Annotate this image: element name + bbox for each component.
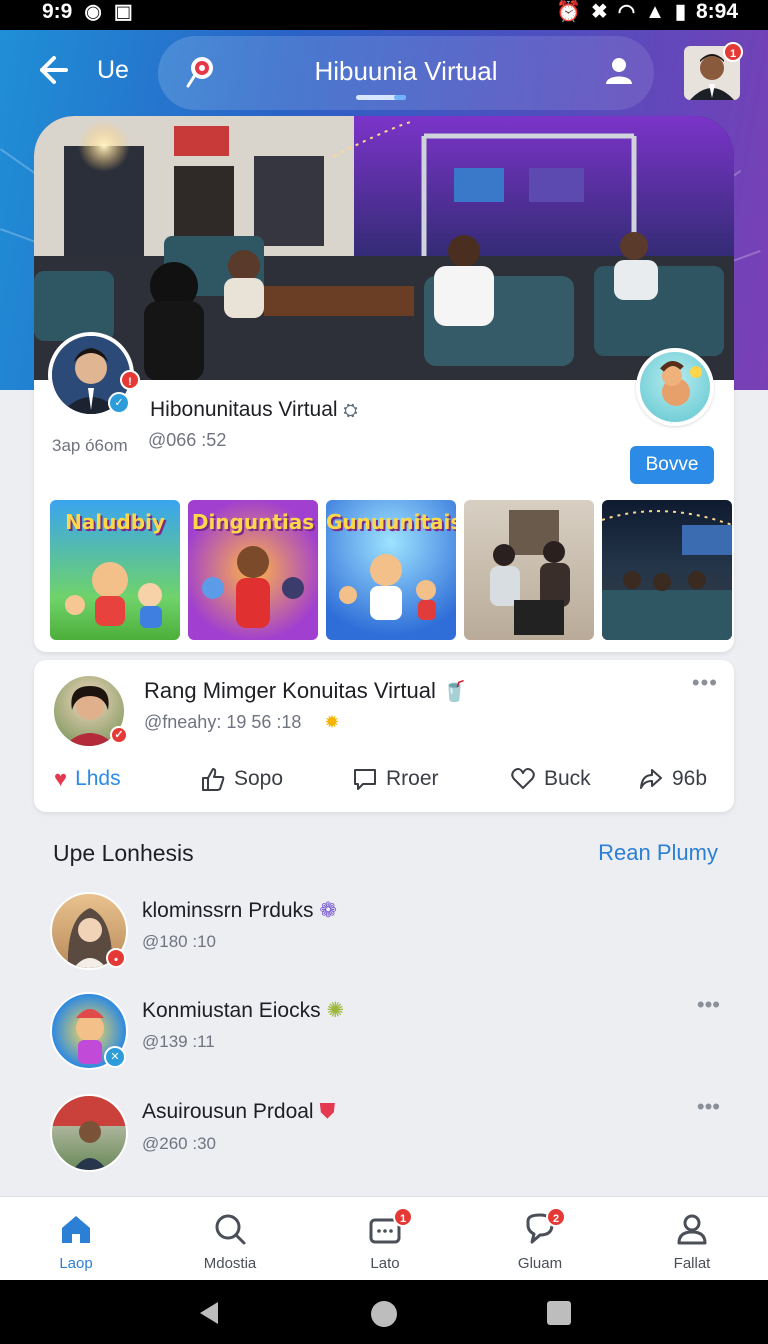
drink-icon: 🥤 (441, 681, 467, 703)
media-thumbnails: Naludbiy Dinguntias Gunuunitais (50, 500, 734, 640)
nav-search[interactable]: Mdostia (170, 1211, 290, 1272)
nav-search-label: Mdostia (203, 1255, 257, 1272)
system-navigation-bar (0, 1280, 768, 1344)
thumbnail-game-3[interactable]: Gunuunitais (326, 500, 456, 640)
heart-outline-icon (511, 768, 535, 789)
sun-icon: ✹ (324, 712, 340, 732)
list-item-title: klominssrn Prduks ❁ (142, 899, 338, 922)
list-item[interactable]: • klominssrn Prduks ❁ @180 :10 (50, 892, 730, 976)
post-actions: ♥ Lhds Sopo Rroer Buck 96b (54, 766, 724, 800)
profile-card: ! ✓ Hibonunitaus Virtual ⛭ 3ap ó6om @066… (34, 332, 734, 652)
nav-messages-badge: 1 (393, 1207, 413, 1227)
save-button[interactable]: Buck (510, 766, 591, 792)
nav-chat-label: Gluam (517, 1255, 563, 1272)
share-label: Sopo (234, 767, 284, 790)
section-title: Upe Lonhesis (53, 840, 194, 866)
mute-icon: ✖ (590, 1, 608, 23)
cover-photo (34, 116, 734, 392)
forward-button[interactable]: 96b (638, 766, 707, 792)
alarm-icon: ⏰ (556, 1, 581, 23)
like-label: Lhds (75, 767, 121, 790)
balloons-icon: ❁ (319, 899, 338, 922)
status-time-left: 9:9 (42, 0, 73, 23)
nav-home-label: Laop (59, 1255, 93, 1272)
home-icon (62, 1216, 90, 1243)
list-item-title: Konmiustan Eiocks ✺ (142, 999, 345, 1022)
share-arrow-icon (640, 769, 662, 789)
user-icon[interactable] (602, 54, 636, 88)
nav-home[interactable]: Laop (16, 1211, 136, 1272)
shield-icon: ⛊ (319, 1100, 336, 1123)
post-author-badge: ✓ (110, 726, 128, 744)
verified-icon: ✓ (108, 392, 130, 414)
group-icon: ⛭ (343, 400, 358, 420)
list-item-time: @180 :10 (142, 932, 216, 951)
post-card: ✓ Rang Mimger Konuitas Virtual 🥤 @fneahy… (34, 660, 734, 812)
more-options-icon[interactable]: ••• (697, 992, 720, 1018)
status-bar: 9:9 ◉ ▣ ⏰ ✖ ◠ ▲ ▮ 8:94 (0, 0, 768, 30)
like-button[interactable]: ♥ Lhds (54, 766, 121, 792)
section-link[interactable]: Rean Plumy (598, 840, 718, 866)
notification-icon: ◉ (84, 1, 102, 23)
system-recents-icon[interactable] (546, 1300, 572, 1326)
gear-icon: ✺ (326, 999, 345, 1022)
list-item-time: @139 :11 (142, 1032, 215, 1051)
profile-name: Hibonunitaus Virtual ⛭ (150, 398, 358, 421)
thumbnail-game-1[interactable]: Naludbiy (50, 500, 180, 640)
search-icon (215, 1214, 246, 1245)
thumbnail-game-2[interactable]: Dinguntias (188, 500, 318, 640)
follow-button[interactable]: Bovve (630, 446, 714, 484)
mascot-avatar[interactable] (636, 348, 714, 426)
thumbnail-photo-meeting[interactable] (464, 500, 594, 640)
profile-avatar-badge: ! (120, 370, 140, 390)
page-indicator (356, 95, 406, 100)
more-options-icon[interactable]: ••• (692, 670, 718, 696)
list-item[interactable]: ✕ Konmiustan Eiocks ✺ @139 :11 ••• (50, 992, 730, 1076)
comment-button[interactable]: Rroer (352, 766, 439, 792)
list-item-title: Asuirousun Prdoal ⛊ (142, 1100, 336, 1123)
bottom-navigation: Laop Mdostia 1 Lato 2 Gluam Fallat (0, 1196, 768, 1280)
nav-chat-badge: 2 (546, 1207, 566, 1227)
nav-messages-label: Lato (370, 1255, 400, 1272)
save-label: Buck (544, 767, 591, 790)
list-item-time: @260 :30 (142, 1134, 216, 1153)
list-item-avatar (50, 1094, 128, 1172)
comment-icon (354, 769, 376, 790)
comment-label: Rroer (386, 767, 439, 790)
page-title: Hibuunia Virtual (314, 56, 498, 86)
top-avatar-badge: 1 (723, 42, 743, 62)
battery-icon: ▮ (674, 1, 686, 23)
list-item-badge: ✕ (104, 1046, 126, 1068)
status-time-right: 8:94 (695, 0, 738, 23)
back-label[interactable]: Ue (97, 56, 129, 85)
system-home-icon[interactable] (370, 1300, 398, 1328)
share-button[interactable]: Sopo (200, 766, 283, 792)
signal-icon: ▲ (645, 1, 665, 23)
nav-messages[interactable]: 1 Lato (325, 1207, 445, 1272)
person-icon (677, 1214, 707, 1245)
thumbnail-photo-venue[interactable] (602, 500, 732, 640)
post-title: Rang Mimger Konuitas Virtual 🥤 (144, 678, 467, 703)
nav-profile[interactable]: Fallat (632, 1211, 752, 1272)
heart-icon: ♥ (54, 766, 68, 791)
profile-time: @066 :52 (148, 430, 227, 450)
list-item-badge: • (106, 948, 126, 968)
system-back-icon[interactable] (196, 1300, 222, 1326)
more-options-icon[interactable]: ••• (697, 1094, 720, 1120)
post-meta: @fneahy: 19 56 :18 ✹ (144, 712, 340, 732)
nav-profile-label: Fallat (673, 1255, 711, 1272)
wifi-icon: ◠ (617, 1, 636, 23)
thumb-up-icon (202, 768, 225, 791)
share-count: 96b (672, 767, 708, 790)
title-bar: Hibuunia Virtual (158, 36, 654, 110)
back-arrow-icon[interactable] (34, 52, 70, 88)
list-item[interactable]: Asuirousun Prdoal ⛊ @260 :30 ••• (50, 1094, 730, 1178)
profile-handle: 3ap ó6om (52, 436, 128, 455)
nav-chat[interactable]: 2 Gluam (480, 1207, 600, 1272)
gallery-icon: ▣ (113, 1, 133, 23)
